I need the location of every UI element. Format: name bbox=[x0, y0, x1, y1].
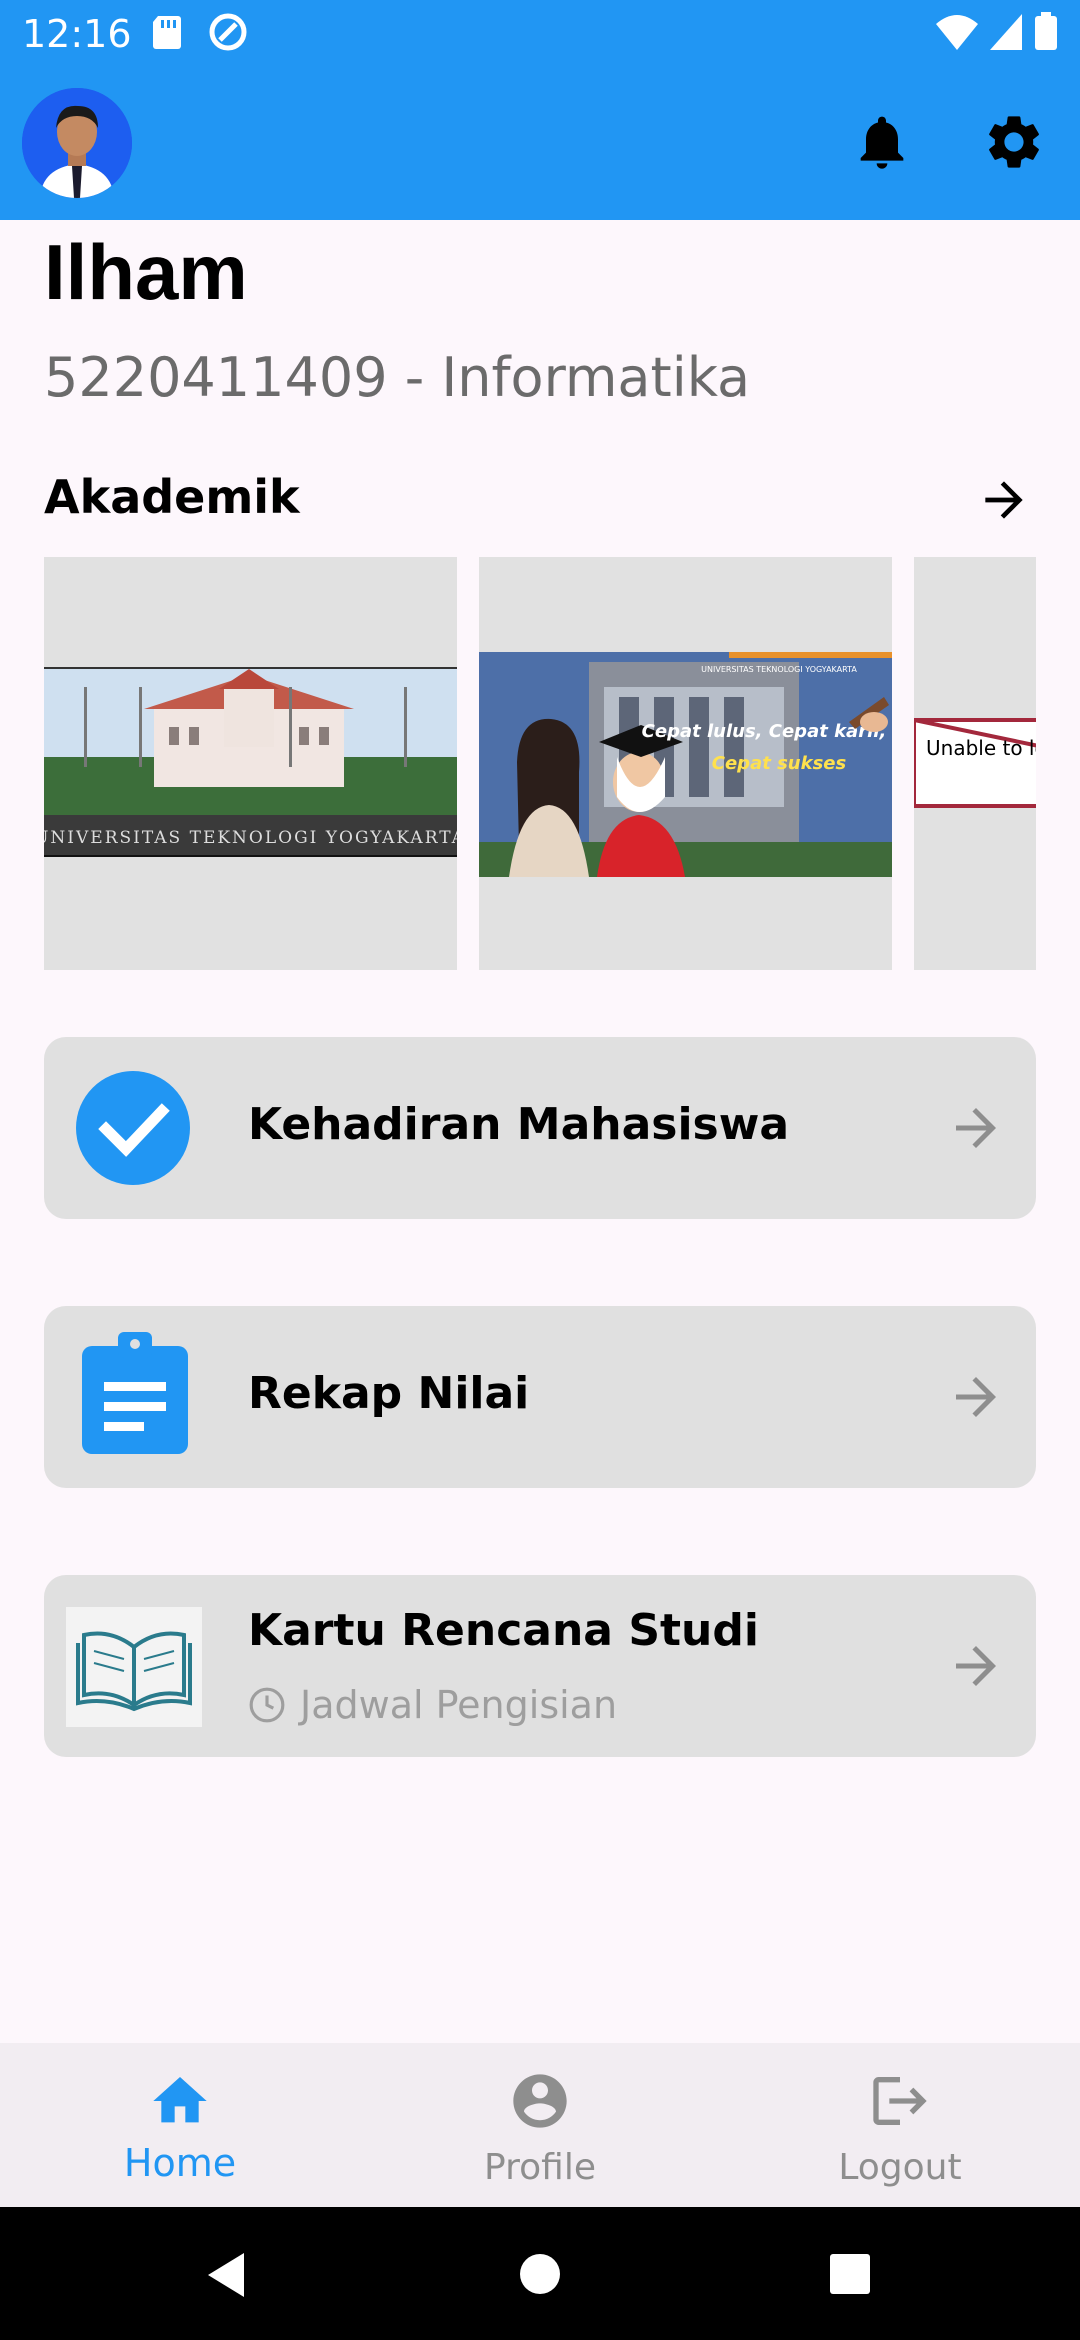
avatar[interactable] bbox=[22, 88, 132, 198]
notification-bell-icon[interactable] bbox=[850, 110, 914, 174]
arrow-right-icon[interactable] bbox=[976, 472, 1032, 528]
menu-card-krs[interactable]: Kartu Rencana Studi Jadwal Pengisian bbox=[44, 1575, 1036, 1757]
data-saver-icon bbox=[209, 13, 247, 51]
home-icon bbox=[153, 2077, 207, 2123]
krs-schedule: Jadwal Pengisian bbox=[248, 1683, 617, 1727]
promo-header-text: UNIVERSITAS TEKNOLOGI YOGYAKARTA bbox=[701, 665, 857, 674]
user-name: Ilham bbox=[44, 228, 248, 316]
error-text: Unable to lo... Excep bbox=[926, 736, 1036, 760]
nav-home[interactable]: Home bbox=[0, 2043, 360, 2207]
carousel-slide-promo[interactable]: UNIVERSITAS TEKNOLOGI YOGYAKARTA Cepat l… bbox=[479, 557, 892, 970]
wifi-icon bbox=[936, 15, 978, 50]
back-icon[interactable] bbox=[204, 2251, 248, 2299]
menu-label-kehadiran: Kehadiran Mahasiswa bbox=[248, 1099, 790, 1150]
signal-icon bbox=[990, 14, 1022, 50]
arrow-right-icon bbox=[956, 1646, 996, 1686]
user-photo bbox=[22, 88, 132, 198]
book-icon bbox=[66, 1607, 202, 1727]
account-circle-icon bbox=[513, 2074, 567, 2128]
promo-tagline: Cepat lulus, Cepat karir, bbox=[642, 721, 887, 742]
student-id-major: 5220411409 - Informatika bbox=[44, 346, 751, 409]
nav-home-label: Home bbox=[123, 2141, 237, 2185]
sd-card-icon bbox=[153, 16, 181, 49]
nav-logout-label: Logout bbox=[838, 2147, 962, 2188]
home-circle-icon[interactable] bbox=[519, 2253, 561, 2295]
carousel-slide-error[interactable]: Unable to lo... Excep bbox=[912, 557, 1036, 970]
nav-profile[interactable]: Profile bbox=[360, 2043, 720, 2207]
bottom-navigation: Home Profile Logout bbox=[0, 2043, 1080, 2207]
menu-card-kehadiran[interactable]: Kehadiran Mahasiswa bbox=[44, 1037, 1036, 1219]
check-circle-icon bbox=[76, 1071, 190, 1185]
logout-icon bbox=[873, 2077, 927, 2125]
akademik-carousel[interactable]: UNIVERSITAS TEKNOLOGI YOGYAKARTA UNIVERS… bbox=[44, 557, 1036, 970]
settings-gear-icon[interactable] bbox=[982, 110, 1046, 174]
image-load-error: Unable to lo... Excep bbox=[912, 718, 1036, 808]
clock-icon bbox=[249, 1687, 285, 1723]
arrow-right-icon bbox=[956, 1108, 996, 1148]
campus-photo: UNIVERSITAS TEKNOLOGI YOGYAKARTA bbox=[44, 667, 464, 857]
menu-label-krs: Kartu Rencana Studi bbox=[248, 1605, 759, 1656]
nav-profile-label: Profile bbox=[484, 2147, 596, 2188]
battery-icon bbox=[1035, 12, 1057, 50]
menu-label-rekap-nilai: Rekap Nilai bbox=[248, 1368, 530, 1419]
menu-card-rekap-nilai[interactable]: Rekap Nilai bbox=[44, 1306, 1036, 1488]
carousel-slide-campus[interactable]: UNIVERSITAS TEKNOLOGI YOGYAKARTA bbox=[44, 557, 464, 970]
section-title-akademik: Akademik bbox=[44, 470, 300, 524]
krs-schedule-label: Jadwal Pengisian bbox=[300, 1683, 618, 1727]
arrow-right-icon bbox=[956, 1377, 996, 1417]
clipboard-icon bbox=[82, 1332, 188, 1454]
app-bar bbox=[0, 68, 1080, 220]
status-time: 12:16 bbox=[22, 12, 132, 56]
recents-icon[interactable] bbox=[830, 2254, 870, 2294]
nav-logout[interactable]: Logout bbox=[720, 2043, 1080, 2207]
promo-banner-photo: UNIVERSITAS TEKNOLOGI YOGYAKARTA Cepat l… bbox=[479, 652, 892, 877]
status-bar: 12:16 bbox=[0, 0, 1080, 68]
promo-tagline-2: Cepat sukses bbox=[712, 753, 847, 774]
system-navigation-bar bbox=[0, 2207, 1080, 2340]
campus-caption: UNIVERSITAS TEKNOLOGI YOGYAKARTA bbox=[44, 828, 457, 848]
